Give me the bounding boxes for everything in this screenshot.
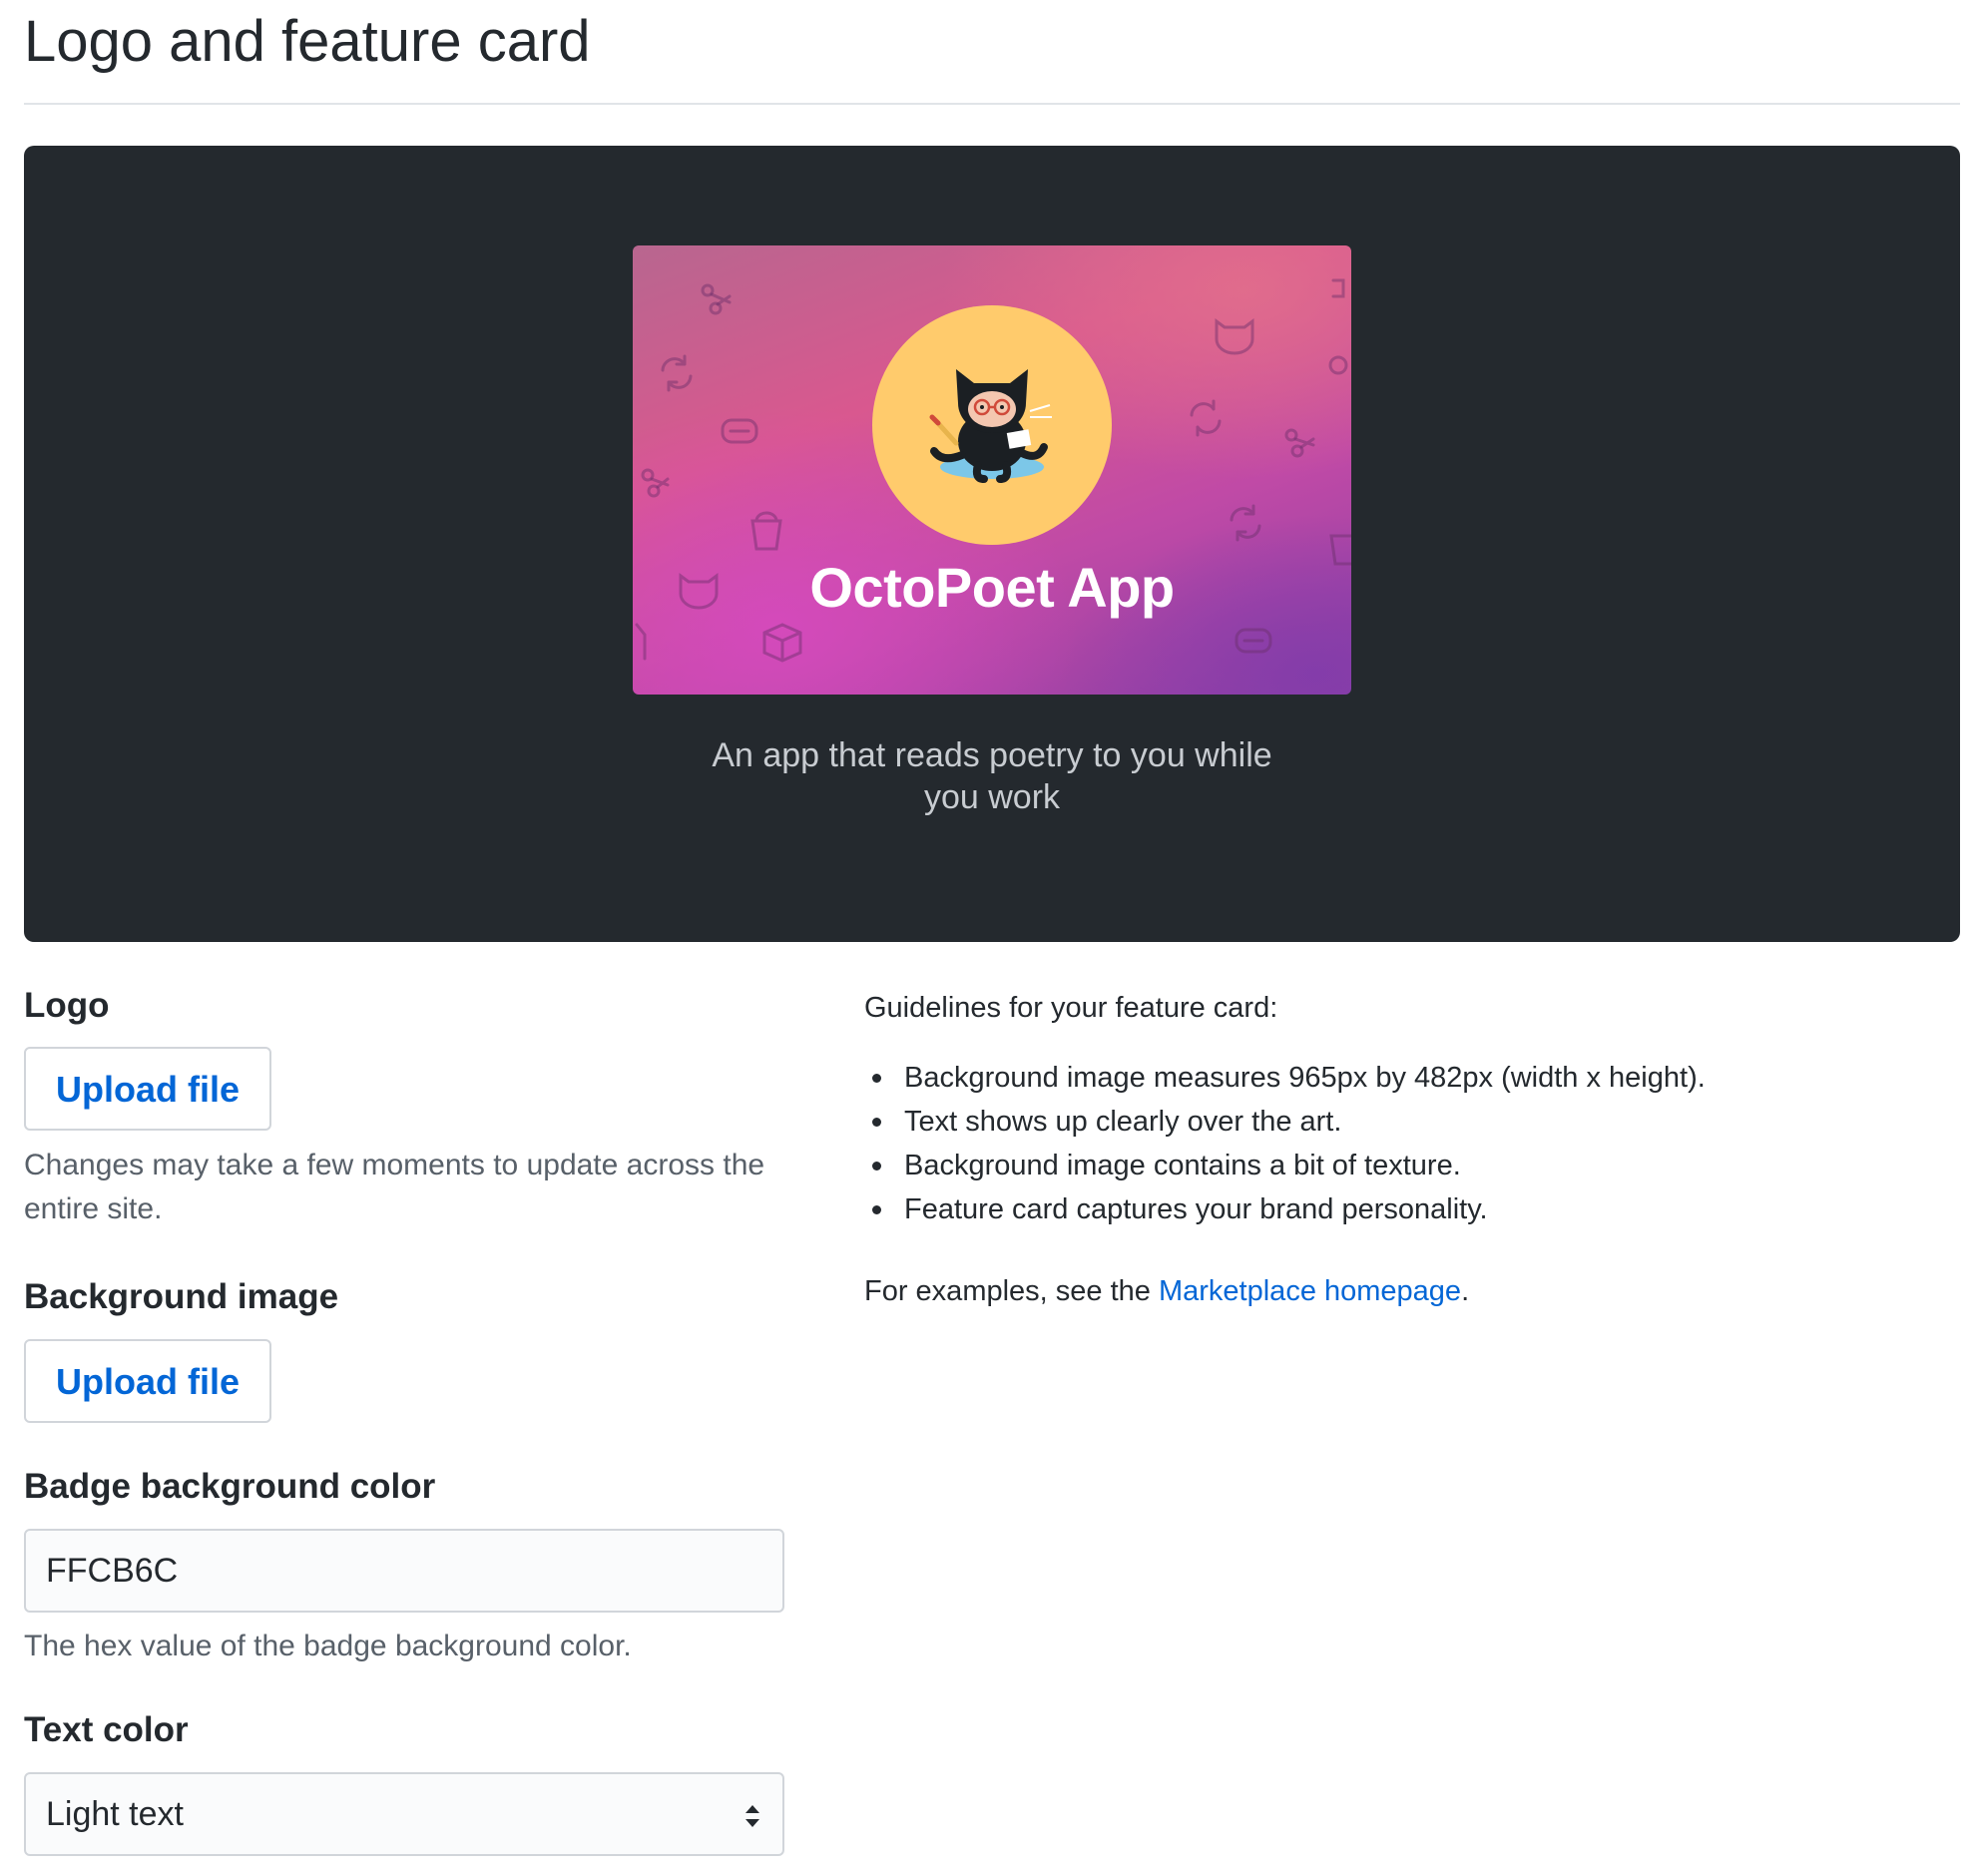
octocat-poet-logo-icon	[929, 369, 1052, 483]
logo-label: Logo	[24, 986, 110, 1025]
text-color-selected-value: Light text	[46, 1795, 184, 1833]
feature-card-description: An app that reads poetry to you while yo…	[712, 736, 1272, 816]
text-color-select[interactable]: Light text	[24, 1772, 784, 1856]
badge-color-label: Badge background color	[24, 1467, 436, 1506]
title-divider	[24, 103, 1960, 105]
feature-card: OctoPoet App	[633, 245, 1351, 695]
guidelines-list: Background image measures 965px by 482px…	[864, 1056, 1706, 1231]
examples-line: For examples, see the Marketplace homepa…	[864, 1271, 1469, 1311]
guideline-item: Background image contains a bit of textu…	[864, 1144, 1706, 1187]
guideline-item: Feature card captures your brand persona…	[864, 1187, 1706, 1231]
feature-card-app-name: OctoPoet App	[809, 556, 1175, 619]
select-arrows-icon	[745, 1805, 759, 1827]
page-title: Logo and feature card	[24, 9, 591, 74]
guideline-item: Background image measures 965px by 482px…	[864, 1056, 1706, 1100]
feature-card-preview: OctoPoet App An app that reads poetry to…	[24, 146, 1960, 942]
examples-suffix: .	[1461, 1275, 1470, 1307]
logo-upload-button[interactable]: Upload file	[24, 1047, 271, 1131]
logo-help-text: Changes may take a few moments to update…	[24, 1149, 765, 1225]
badge-color-help-text: The hex value of the badge background co…	[24, 1630, 632, 1662]
marketplace-homepage-link[interactable]: Marketplace homepage	[1159, 1275, 1461, 1307]
examples-prefix: For examples, see the	[864, 1275, 1159, 1307]
guidelines-title: Guidelines for your feature card:	[864, 992, 1278, 1024]
text-color-label: Text color	[24, 1710, 189, 1749]
background-image-label: Background image	[24, 1277, 339, 1316]
logo-badge	[872, 305, 1112, 545]
guideline-item: Text shows up clearly over the art.	[864, 1100, 1706, 1144]
background-image-upload-button[interactable]: Upload file	[24, 1339, 271, 1423]
badge-color-input[interactable]: FFCB6C	[24, 1529, 784, 1613]
